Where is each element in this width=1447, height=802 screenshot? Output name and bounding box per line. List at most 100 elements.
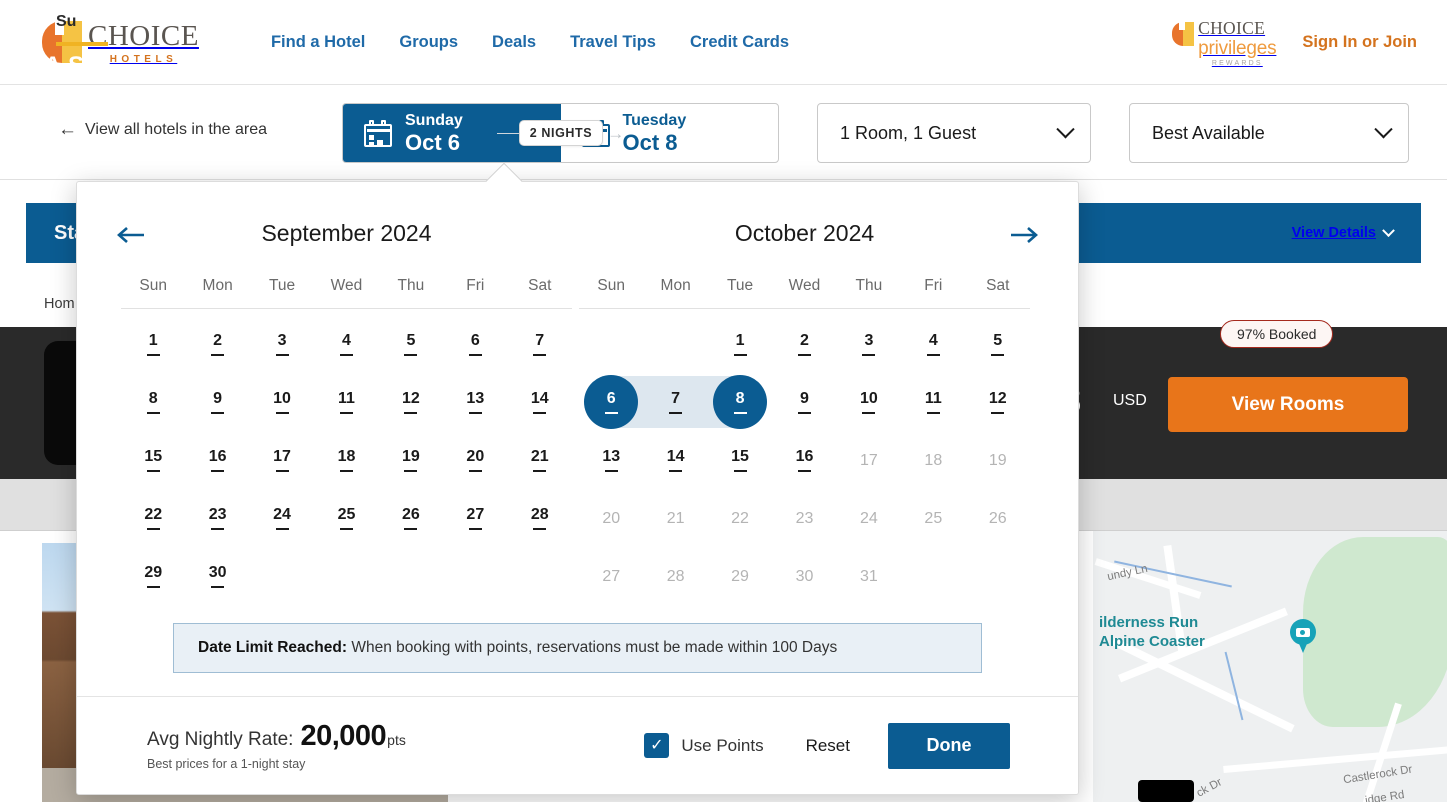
calendar-day-1[interactable]: 1 xyxy=(121,315,185,373)
calendar-day-3[interactable]: 3 xyxy=(837,315,901,373)
day-price-placeholder xyxy=(468,528,482,530)
calendar-day-18[interactable]: 18 xyxy=(314,431,378,489)
nav-link-deals[interactable]: Deals xyxy=(492,33,536,52)
calendar-week-row: 27 28 29 30 31 xyxy=(579,547,1030,605)
calendar-day-11[interactable]: 11 xyxy=(901,373,965,431)
calendar-day-26[interactable]: 26 xyxy=(379,489,443,547)
choice-privileges-logo[interactable]: CHOICE privileges REWARDS xyxy=(1172,18,1277,67)
day-number: 16 xyxy=(795,448,814,465)
calendar-day-12[interactable]: 12 xyxy=(966,373,1030,431)
day-number: 14 xyxy=(666,448,685,465)
booked-percentage-badge: 97% Booked xyxy=(1220,320,1334,348)
tab-summary[interactable]: Su xyxy=(56,13,76,31)
calendar-day-26: 26 xyxy=(966,489,1030,547)
arrow-right-icon xyxy=(1011,227,1038,243)
calendar-day-7[interactable]: 7 xyxy=(508,315,572,373)
calendar-day-8[interactable]: 8 xyxy=(707,373,772,431)
calendar-day-13[interactable]: 13 xyxy=(443,373,507,431)
done-button[interactable]: Done xyxy=(888,722,1010,769)
calendar-day-9[interactable]: 9 xyxy=(185,373,249,431)
calendar-day-11[interactable]: 11 xyxy=(314,373,378,431)
calendar-day-14[interactable]: 14 xyxy=(643,431,707,489)
nav-link-credit-cards[interactable]: Credit Cards xyxy=(690,33,789,52)
previous-month-button[interactable] xyxy=(109,218,151,252)
calendar-day-9[interactable]: 9 xyxy=(772,373,836,431)
calendar-day-15[interactable]: 15 xyxy=(708,431,772,489)
calendar-day-19[interactable]: 19 xyxy=(379,431,443,489)
day-price-placeholder xyxy=(468,412,482,414)
day-price-placeholder xyxy=(146,528,160,530)
calendar-day-5[interactable]: 5 xyxy=(966,315,1030,373)
day-price-placeholder xyxy=(275,470,289,472)
calendar-day-10[interactable]: 10 xyxy=(250,373,314,431)
day-number: 26 xyxy=(988,509,1007,527)
top-navigation-bar: CHOICE HOTELS Find a Hotel Groups Deals … xyxy=(0,0,1447,85)
calendar-day-10[interactable]: 10 xyxy=(837,373,901,431)
calendar-day-15[interactable]: 15 xyxy=(121,431,185,489)
day-number: 24 xyxy=(273,506,291,523)
calendar-day-20[interactable]: 20 xyxy=(443,431,507,489)
cp-privileges-text: privileges xyxy=(1198,37,1277,59)
view-details-link[interactable]: View Details xyxy=(1292,223,1395,241)
calendar-day-24[interactable]: 24 xyxy=(250,489,314,547)
calendar-day-28[interactable]: 28 xyxy=(508,489,572,547)
date-range-picker-button[interactable]: Sunday Oct 6 Tuesday Oct 8 2 NIGHTS → xyxy=(342,103,779,163)
day-number: 22 xyxy=(731,509,749,527)
day-number: 20 xyxy=(466,448,485,465)
arrow-right-icon: → xyxy=(607,123,625,143)
location-map[interactable]: undy Ln ilderness Run Alpine Coaster ck … xyxy=(1093,531,1447,802)
calendar-day-4[interactable]: 4 xyxy=(901,315,965,373)
calendar-day-22[interactable]: 22 xyxy=(121,489,185,547)
calendar-day-17[interactable]: 17 xyxy=(250,431,314,489)
calendar-day-7[interactable]: 7 xyxy=(643,373,709,431)
calendar-day-12[interactable]: 12 xyxy=(379,373,443,431)
calendar-day-5[interactable]: 5 xyxy=(379,315,443,373)
weekday-label-thu: Thu xyxy=(855,277,883,294)
calendar-day-2[interactable]: 2 xyxy=(772,315,836,373)
day-number: 28 xyxy=(666,567,685,585)
day-price-placeholder xyxy=(797,354,811,356)
reset-button[interactable]: Reset xyxy=(806,736,850,756)
weekday-header-row: Sun Mon Tue Wed Thu Fri Sat xyxy=(579,277,1030,309)
nav-link-travel-tips[interactable]: Travel Tips xyxy=(570,33,656,52)
calendar-day-16[interactable]: 16 xyxy=(185,431,249,489)
calendar-day-13[interactable]: 13 xyxy=(579,431,643,489)
calendar-day-30[interactable]: 30 xyxy=(185,547,249,605)
calendar-day-16[interactable]: 16 xyxy=(772,431,836,489)
calendar-day-29: 29 xyxy=(708,547,772,605)
view-all-hotels-link[interactable]: ← View all hotels in the area xyxy=(58,120,267,139)
calendar-day-29[interactable]: 29 xyxy=(121,547,185,605)
camera-pin-icon[interactable] xyxy=(1290,619,1316,653)
day-price-placeholder xyxy=(146,586,160,588)
calendar-day-8[interactable]: 8 xyxy=(121,373,185,431)
day-number: 18 xyxy=(924,451,943,469)
use-points-toggle[interactable]: ✓ Use Points xyxy=(644,733,764,758)
calendar-day-2[interactable]: 2 xyxy=(185,315,249,373)
calendar-day-4[interactable]: 4 xyxy=(314,315,378,373)
month-title: September 2024 xyxy=(261,220,432,246)
rooms-guests-select[interactable]: 1 Room, 1 Guest xyxy=(817,103,1091,163)
calendar-day-23[interactable]: 23 xyxy=(185,489,249,547)
next-month-button[interactable] xyxy=(1004,218,1046,252)
calendar-day-31: 31 xyxy=(837,547,901,605)
calendar-day-3[interactable]: 3 xyxy=(250,315,314,373)
avg-nightly-rate-label: Avg Nightly Rate: xyxy=(147,729,294,750)
hotel-name: A S xyxy=(44,52,85,79)
calendar-cell-empty xyxy=(508,547,572,605)
sign-in-or-join-link[interactable]: Sign In or Join xyxy=(1302,33,1417,52)
nav-link-find-a-hotel[interactable]: Find a Hotel xyxy=(271,33,365,52)
view-rooms-button[interactable]: View Rooms xyxy=(1168,377,1408,432)
calendar-day-6[interactable]: 6 xyxy=(443,315,507,373)
check-icon[interactable]: ✓ xyxy=(644,733,670,758)
rate-plan-select[interactable]: Best Available xyxy=(1129,103,1409,163)
day-number: 7 xyxy=(535,332,545,349)
calendar-day-27[interactable]: 27 xyxy=(443,489,507,547)
breadcrumb[interactable]: Hom xyxy=(44,296,75,312)
calendar-day-25[interactable]: 25 xyxy=(314,489,378,547)
calendar-day-14[interactable]: 14 xyxy=(508,373,572,431)
nights-connector-line xyxy=(496,132,519,134)
calendar-day-21[interactable]: 21 xyxy=(508,431,572,489)
calendar-day-6[interactable]: 6 xyxy=(579,373,644,431)
nav-link-groups[interactable]: Groups xyxy=(399,33,458,52)
calendar-day-1[interactable]: 1 xyxy=(708,315,772,373)
